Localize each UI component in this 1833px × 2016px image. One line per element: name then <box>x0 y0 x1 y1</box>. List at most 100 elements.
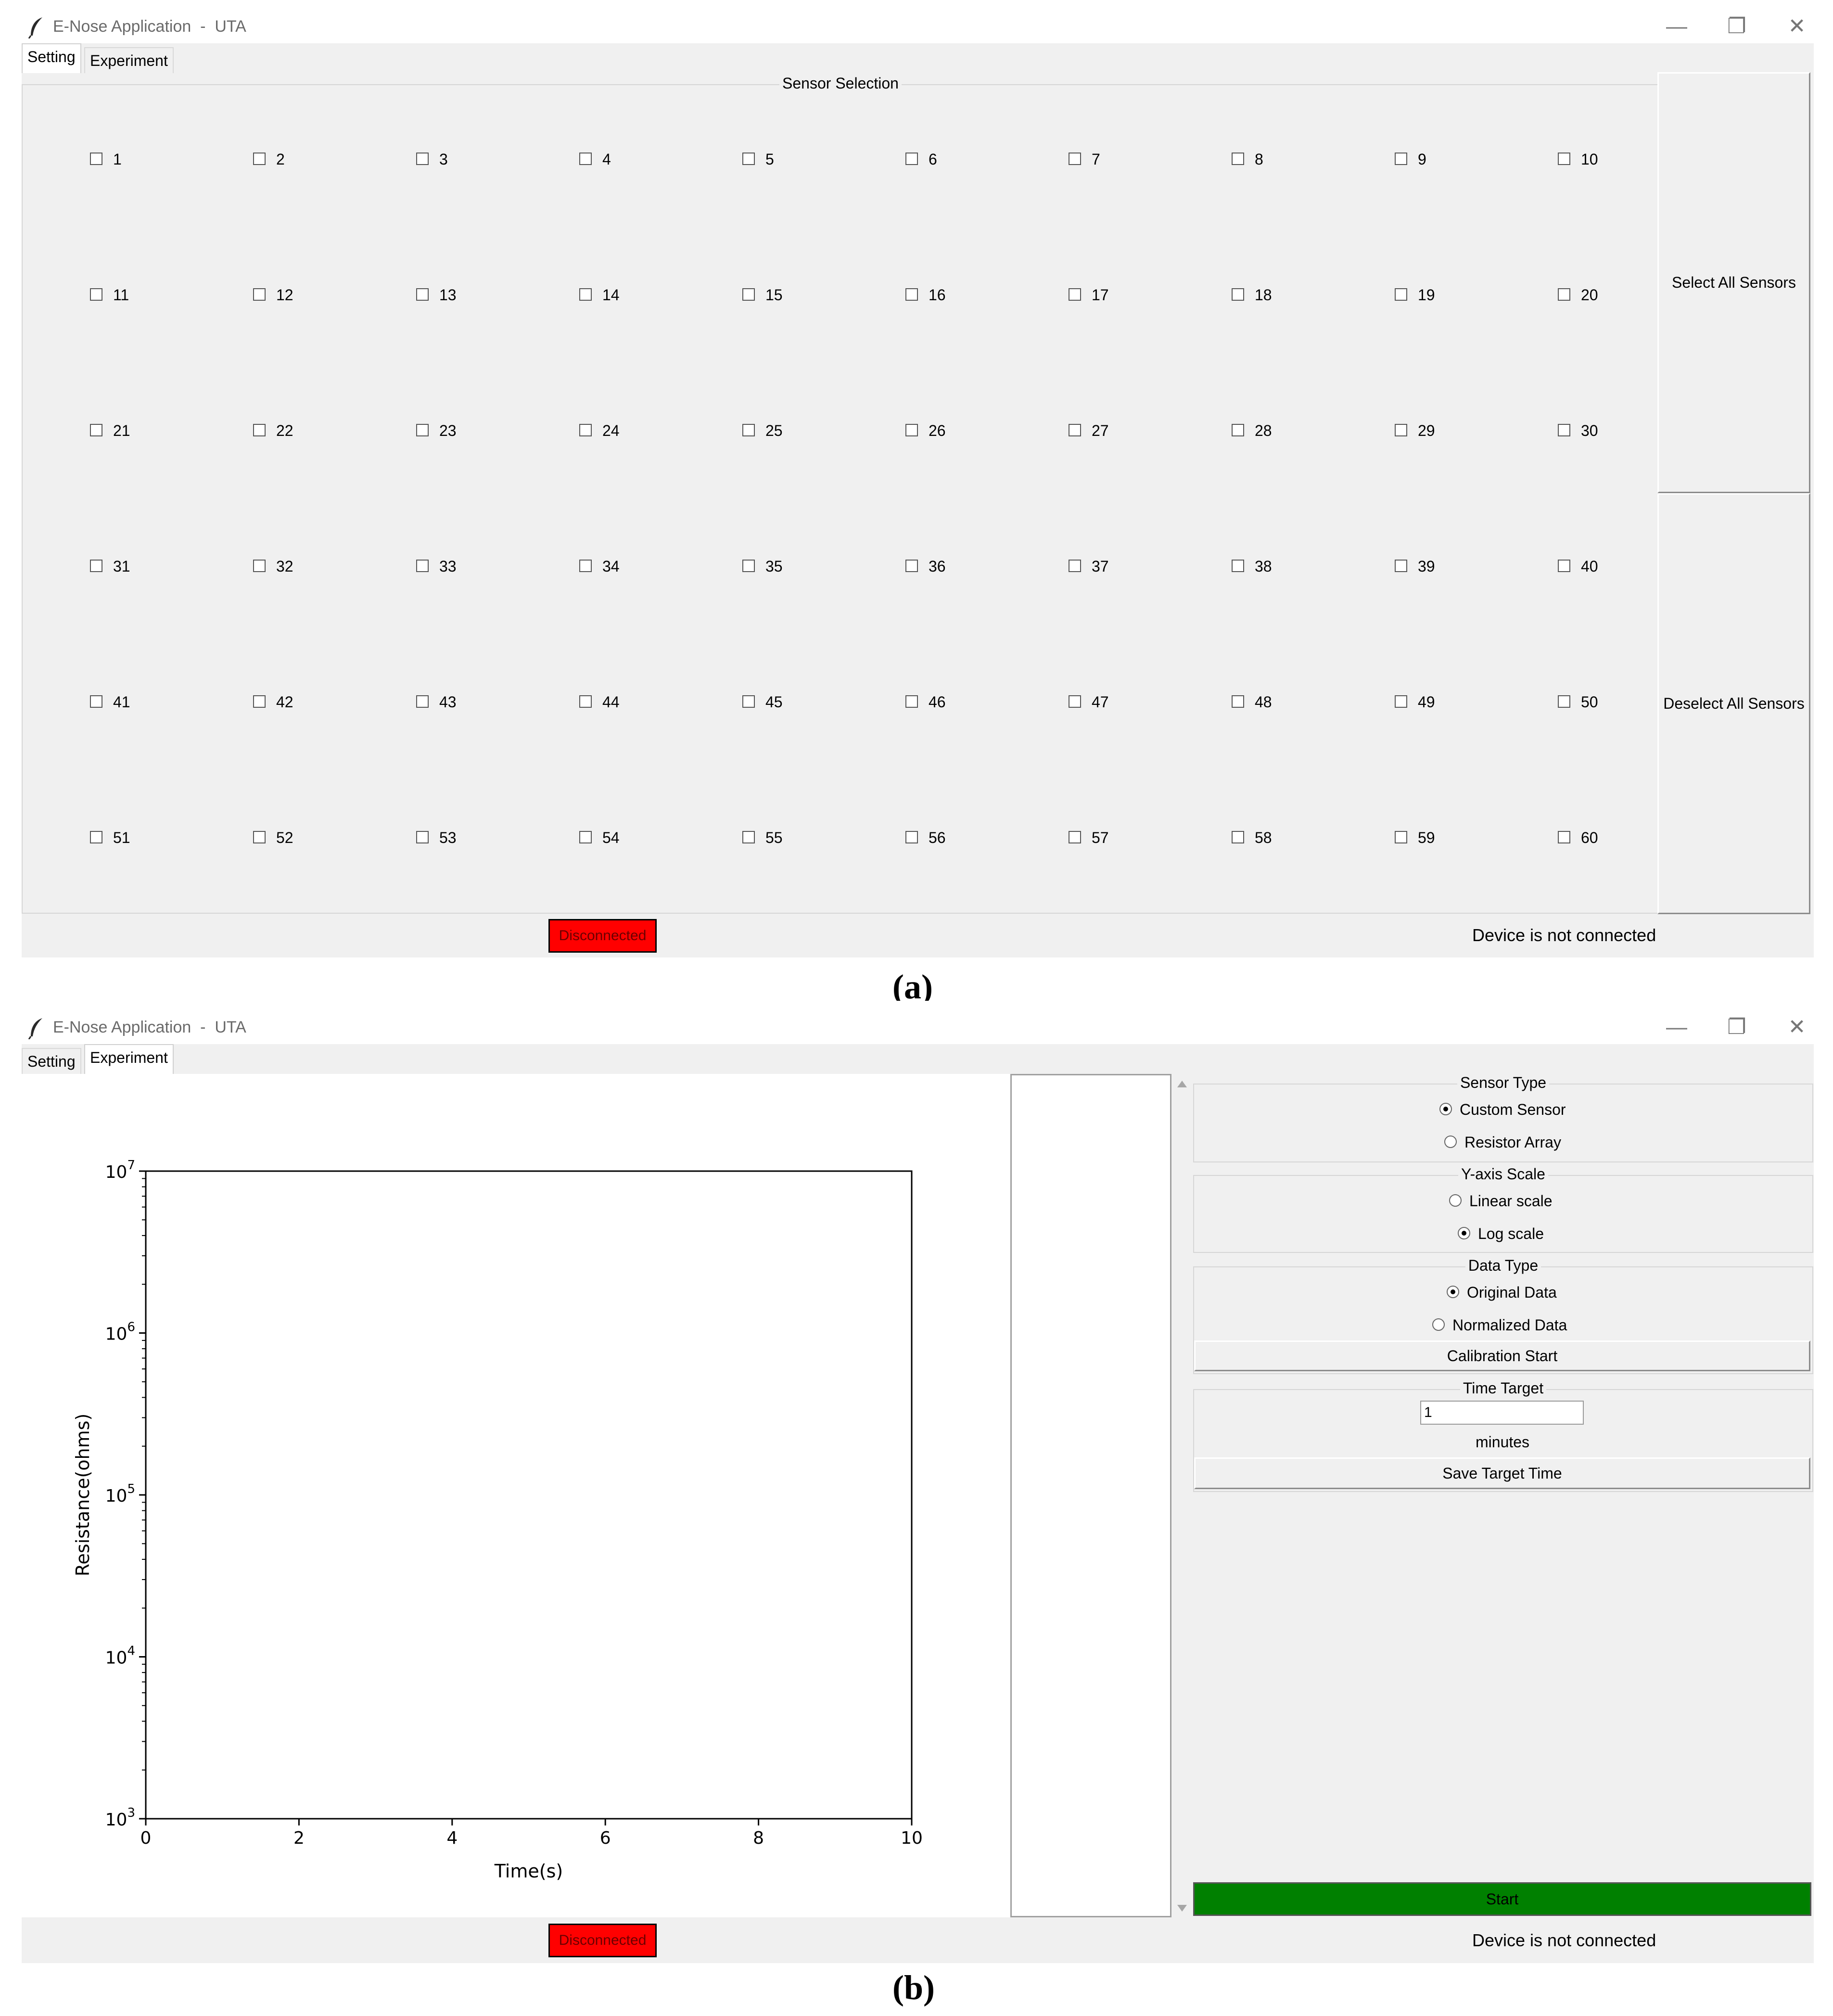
sensor-checkbox-54[interactable] <box>579 831 592 843</box>
sensor-checkbox-36[interactable] <box>905 560 918 572</box>
sensor-checkbox-45[interactable] <box>742 695 755 708</box>
sensor-checkbox-44[interactable] <box>579 695 592 708</box>
y-tick-base: 10 <box>105 1162 127 1182</box>
select-all-sensors-button[interactable]: Select All Sensors <box>1657 72 1810 493</box>
sensor-checkbox-4[interactable] <box>579 153 592 165</box>
sensor-checkbox-14[interactable] <box>579 288 592 301</box>
sensor-checkbox-35[interactable] <box>742 560 755 572</box>
sensor-checkbox-20[interactable] <box>1558 288 1570 301</box>
sensor-checkbox-48[interactable] <box>1232 695 1244 708</box>
sensor-checkbox-33[interactable] <box>416 560 429 572</box>
sensor-checkbox-23[interactable] <box>416 424 429 436</box>
sensor-checkbox-16[interactable] <box>905 288 918 301</box>
sensor-checkbox-59[interactable] <box>1395 831 1407 843</box>
tab-experiment[interactable]: Experiment <box>84 1044 174 1074</box>
sensor-checkbox-47[interactable] <box>1069 695 1081 708</box>
sensor-checkbox-17[interactable] <box>1069 288 1081 301</box>
sensor-checkbox-28[interactable] <box>1232 424 1244 436</box>
sensor-checkbox-41[interactable] <box>90 695 102 708</box>
scroll-up-arrow-icon[interactable] <box>1176 1079 1188 1088</box>
radio-log-scale[interactable] <box>1458 1227 1470 1239</box>
sensor-list-box[interactable] <box>1010 1074 1171 1917</box>
sensor-checkbox-label: 31 <box>113 558 130 575</box>
close-icon[interactable]: ✕ <box>1775 10 1819 43</box>
sensor-checkbox-label: 36 <box>929 558 946 575</box>
restore-icon[interactable]: ❐ <box>1715 1010 1758 1044</box>
radio-linear-scale-label: Linear scale <box>1469 1192 1553 1210</box>
sensor-checkbox-43[interactable] <box>416 695 429 708</box>
radio-custom-sensor[interactable] <box>1439 1103 1452 1115</box>
sensor-checkbox-label: 14 <box>602 286 620 304</box>
plot-frame <box>145 1170 913 1820</box>
sensor-checkbox-29[interactable] <box>1395 424 1407 436</box>
sensor-checkbox-58[interactable] <box>1232 831 1244 843</box>
radio-linear-scale[interactable] <box>1449 1194 1462 1207</box>
sensor-checkbox-13[interactable] <box>416 288 429 301</box>
save-target-time-button[interactable]: Save Target Time <box>1194 1457 1810 1489</box>
sensor-checkbox-57[interactable] <box>1069 831 1081 843</box>
sensor-checkbox-21[interactable] <box>90 424 102 436</box>
sensor-checkbox-5[interactable] <box>742 153 755 165</box>
sensor-checkbox-3[interactable] <box>416 153 429 165</box>
minimize-icon[interactable]: — <box>1655 1010 1698 1044</box>
sensor-checkbox-12[interactable] <box>253 288 266 301</box>
sensor-checkbox-34[interactable] <box>579 560 592 572</box>
sensor-checkbox-label: 34 <box>602 558 620 575</box>
sensor-checkbox-15[interactable] <box>742 288 755 301</box>
sensor-checkbox-32[interactable] <box>253 560 266 572</box>
tab-setting[interactable]: Setting <box>22 43 81 73</box>
controls-scrollbar[interactable] <box>1171 1074 1193 1917</box>
sensor-checkbox-label: 17 <box>1092 286 1109 304</box>
sensor-checkbox-30[interactable] <box>1558 424 1570 436</box>
radio-normalized-data[interactable] <box>1432 1318 1445 1331</box>
radio-resistor-array[interactable] <box>1444 1136 1457 1148</box>
sensor-checkbox-label: 56 <box>929 829 946 846</box>
tab-setting[interactable]: Setting <box>22 1048 81 1074</box>
sensor-checkbox-6[interactable] <box>905 153 918 165</box>
sensor-checkbox-1[interactable] <box>90 153 102 165</box>
sensor-checkbox-9[interactable] <box>1395 153 1407 165</box>
sensor-checkbox-label: 48 <box>1255 693 1272 711</box>
time-target-input[interactable]: 1 <box>1420 1401 1584 1425</box>
scroll-down-arrow-icon[interactable] <box>1176 1904 1188 1914</box>
sensor-checkbox-52[interactable] <box>253 831 266 843</box>
start-button[interactable]: Start <box>1193 1882 1811 1916</box>
sensor-checkbox-26[interactable] <box>905 424 918 436</box>
calibration-start-button[interactable]: Calibration Start <box>1194 1340 1810 1371</box>
y-tick-base: 10 <box>105 1325 127 1344</box>
sensor-checkbox-60[interactable] <box>1558 831 1570 843</box>
plot-canvas: 0 2 4 6 8 10 103 104 105 106 107 Time(s) Resistance(… <box>22 1074 1010 1917</box>
restore-icon[interactable]: ❐ <box>1715 10 1758 43</box>
sensor-checkbox-24[interactable] <box>579 424 592 436</box>
sensor-checkbox-10[interactable] <box>1558 153 1570 165</box>
y-tick-base: 10 <box>105 1810 127 1830</box>
sensor-checkbox-8[interactable] <box>1232 153 1244 165</box>
sensor-checkbox-27[interactable] <box>1069 424 1081 436</box>
sensor-checkbox-46[interactable] <box>905 695 918 708</box>
sensor-checkbox-51[interactable] <box>90 831 102 843</box>
sensor-checkbox-39[interactable] <box>1395 560 1407 572</box>
sensor-checkbox-49[interactable] <box>1395 695 1407 708</box>
sensor-checkbox-40[interactable] <box>1558 560 1570 572</box>
sensor-checkbox-37[interactable] <box>1069 560 1081 572</box>
sensor-checkbox-55[interactable] <box>742 831 755 843</box>
sensor-checkbox-7[interactable] <box>1069 153 1081 165</box>
minimize-icon[interactable]: — <box>1655 10 1698 43</box>
deselect-all-sensors-button[interactable]: Deselect All Sensors <box>1657 493 1810 914</box>
sensor-checkbox-50[interactable] <box>1558 695 1570 708</box>
radio-original-data[interactable] <box>1447 1286 1459 1298</box>
sensor-checkbox-2[interactable] <box>253 153 266 165</box>
close-icon[interactable]: ✕ <box>1775 1010 1819 1044</box>
sensor-checkbox-18[interactable] <box>1232 288 1244 301</box>
sensor-checkbox-42[interactable] <box>253 695 266 708</box>
sensor-checkbox-31[interactable] <box>90 560 102 572</box>
sensor-checkbox-22[interactable] <box>253 424 266 436</box>
sensor-checkbox-19[interactable] <box>1395 288 1407 301</box>
sensor-checkbox-label: 43 <box>439 693 457 711</box>
sensor-checkbox-56[interactable] <box>905 831 918 843</box>
tab-experiment[interactable]: Experiment <box>84 47 174 73</box>
sensor-checkbox-53[interactable] <box>416 831 429 843</box>
sensor-checkbox-38[interactable] <box>1232 560 1244 572</box>
sensor-checkbox-25[interactable] <box>742 424 755 436</box>
sensor-checkbox-11[interactable] <box>90 288 102 301</box>
